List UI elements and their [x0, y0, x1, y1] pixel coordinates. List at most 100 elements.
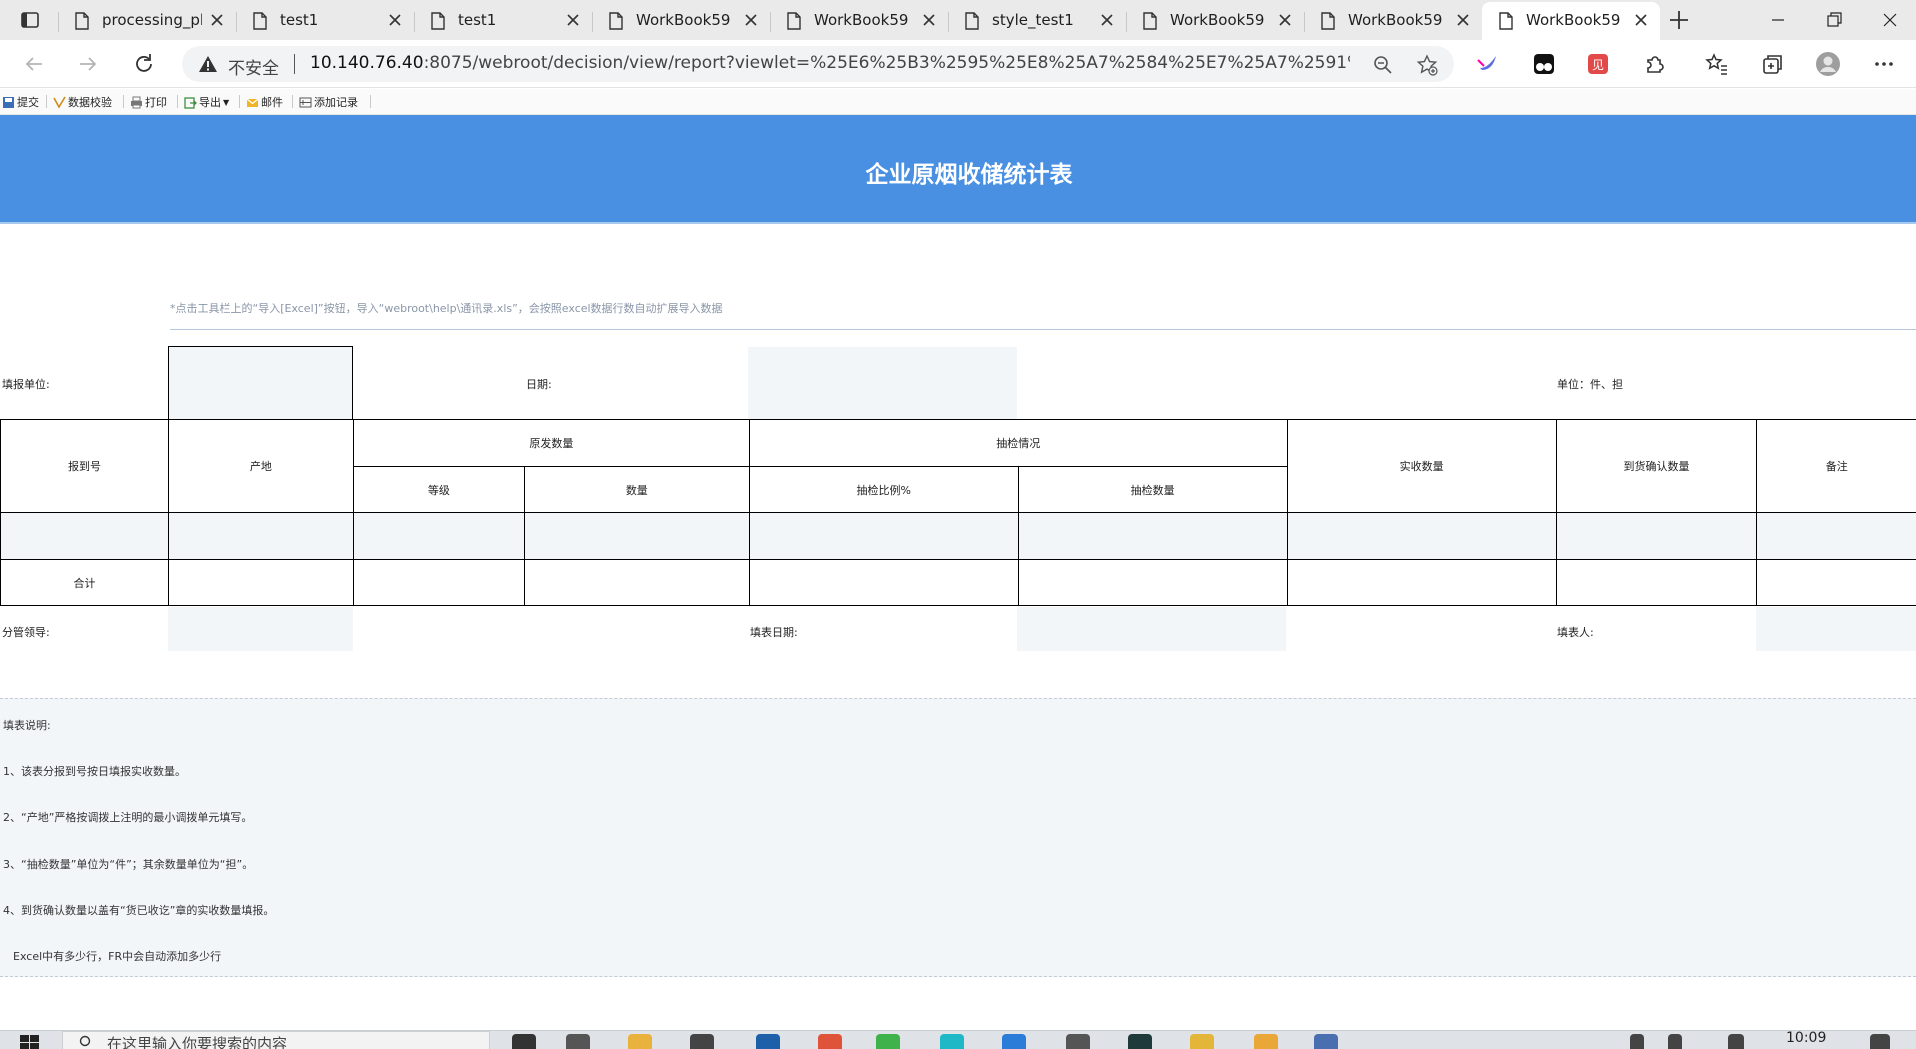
cell-grade[interactable] — [352, 512, 525, 560]
reload-icon[interactable] — [130, 50, 158, 78]
pinned-app-icon[interactable] — [1314, 1034, 1338, 1049]
browser-tab[interactable]: WorkBook59 — [1304, 2, 1482, 40]
header-sample-ratio: 抽检比例% — [748, 466, 1019, 513]
task-view-icon[interactable] — [512, 1034, 536, 1049]
browser-tab[interactable]: WorkBook59 — [770, 2, 948, 40]
favorites-icon[interactable] — [1702, 50, 1730, 78]
browser-tab[interactable]: test1 — [236, 2, 414, 40]
bird-extension-icon[interactable] — [1474, 50, 1502, 78]
cell-quantity[interactable] — [523, 512, 750, 560]
cell-remarks[interactable] — [1756, 512, 1916, 560]
date-input[interactable] — [748, 347, 1017, 419]
tray-icon[interactable] — [1668, 1034, 1682, 1049]
print-button[interactable]: 打印 — [130, 94, 167, 110]
tray-icon[interactable] — [1630, 1034, 1644, 1049]
mail-button[interactable]: 邮件 — [246, 94, 283, 110]
browser-tab[interactable]: test1 — [414, 2, 592, 40]
print-label: 打印 — [145, 96, 167, 109]
tab-actions-icon[interactable] — [14, 6, 46, 34]
warning-icon[interactable] — [198, 55, 218, 73]
browser-tab-active[interactable]: WorkBook59 — [1482, 2, 1660, 40]
total-cell — [1017, 559, 1288, 606]
export-button[interactable]: 导出 ▼ — [184, 94, 229, 110]
validate-button[interactable]: 数据校验 — [53, 94, 112, 110]
back-icon[interactable] — [20, 50, 48, 78]
pinned-app-icon[interactable] — [566, 1034, 590, 1049]
cell-received-qty[interactable] — [1286, 512, 1557, 560]
close-icon[interactable] — [208, 11, 226, 29]
pinned-app-icon[interactable] — [1254, 1034, 1278, 1049]
windows-start-icon[interactable] — [20, 1035, 40, 1049]
leader-input[interactable] — [168, 607, 353, 651]
taskbar-clock[interactable]: 10:09 — [1786, 1031, 1826, 1046]
file-explorer-icon[interactable] — [628, 1034, 652, 1049]
edge-icon[interactable] — [940, 1034, 964, 1049]
chrome-icon[interactable] — [818, 1034, 842, 1049]
taskbar: 在这里输入你要搜索的内容 10:09 — [0, 1030, 1916, 1049]
close-icon[interactable] — [742, 11, 760, 29]
close-icon[interactable] — [386, 11, 404, 29]
close-icon[interactable] — [564, 11, 582, 29]
taskbar-search[interactable]: 在这里输入你要搜索的内容 — [62, 1031, 490, 1049]
wechat-icon[interactable] — [876, 1034, 900, 1049]
browser-tab[interactable]: WorkBook59 — [592, 2, 770, 40]
submit-button[interactable]: 提交 — [2, 94, 39, 110]
tray-icon[interactable] — [1728, 1034, 1744, 1049]
page-icon — [253, 12, 267, 30]
browser-tab[interactable]: style_test1 — [948, 2, 1126, 40]
security-label[interactable]: 不安全 — [228, 54, 279, 79]
browser-tab[interactable]: processing_pla — [58, 2, 236, 40]
extensions-icon[interactable] — [1640, 50, 1668, 78]
cell-confirm-qty[interactable] — [1555, 512, 1758, 560]
browser-tab[interactable]: WorkBook59 — [1126, 2, 1304, 40]
fill-date-input[interactable] — [1017, 607, 1286, 651]
cell-report-no[interactable] — [0, 512, 169, 560]
store-icon[interactable] — [690, 1034, 714, 1049]
dropdown-arrow-icon: ▼ — [223, 97, 230, 107]
tab-title: test1 — [458, 11, 497, 29]
url-host: 10.140.76.40 — [310, 53, 424, 73]
new-tab-icon[interactable] — [1666, 7, 1692, 33]
pinned-app-icon[interactable] — [1066, 1034, 1090, 1049]
profile-avatar-icon[interactable] — [1814, 50, 1842, 78]
forward-icon[interactable] — [74, 50, 102, 78]
url-text[interactable]: 10.140.76.40:8075/webroot/decision/view/… — [310, 53, 1350, 73]
notification-icon[interactable] — [1870, 1034, 1890, 1049]
instruction-item: 4、到货确认数量以盖有“货已收讫”章的实收数量填报。 — [3, 904, 275, 917]
printer-icon — [131, 96, 142, 108]
minimize-icon[interactable] — [1766, 8, 1790, 32]
taskbar-search-placeholder: 在这里输入你要搜索的内容 — [107, 1035, 288, 1049]
address-bar[interactable]: 不安全 10.140.76.40:8075/webroot/decision/v… — [182, 46, 1454, 82]
page-icon — [1499, 12, 1513, 30]
close-icon[interactable] — [1454, 11, 1472, 29]
tampermonkey-icon[interactable] — [1530, 50, 1558, 78]
cell-sample-ratio[interactable] — [748, 512, 1019, 560]
fill-unit-input[interactable] — [168, 346, 353, 420]
cell-sample-qty[interactable] — [1017, 512, 1288, 560]
total-label: 合计 — [0, 559, 169, 606]
close-icon[interactable] — [920, 11, 938, 29]
more-menu-icon[interactable] — [1870, 50, 1898, 78]
cell-origin[interactable] — [167, 512, 354, 560]
close-icon[interactable] — [1632, 11, 1650, 29]
collections-icon[interactable] — [1758, 50, 1786, 78]
close-icon[interactable] — [1276, 11, 1294, 29]
page-icon — [1321, 12, 1335, 30]
pinned-app-icon[interactable] — [1128, 1034, 1152, 1049]
pinned-app-icon[interactable] — [756, 1034, 780, 1049]
pinned-app-icon[interactable] — [1002, 1034, 1026, 1049]
add-record-button[interactable]: 添加记录 — [299, 94, 358, 110]
red-extension-icon[interactable]: 见 — [1584, 50, 1612, 78]
zoom-icon[interactable] — [1372, 54, 1394, 76]
add-favorite-icon[interactable] — [1416, 54, 1438, 76]
pinned-app-icon[interactable] — [1190, 1034, 1214, 1049]
page-icon — [787, 12, 801, 30]
add-record-label: 添加记录 — [314, 96, 358, 109]
close-window-icon[interactable] — [1878, 8, 1902, 32]
tab-title: WorkBook59 — [636, 11, 731, 29]
date-label: 日期: — [526, 378, 552, 391]
filler-input[interactable] — [1756, 607, 1916, 651]
total-cell — [1555, 559, 1758, 606]
close-icon[interactable] — [1098, 11, 1116, 29]
restore-icon[interactable] — [1822, 8, 1846, 32]
